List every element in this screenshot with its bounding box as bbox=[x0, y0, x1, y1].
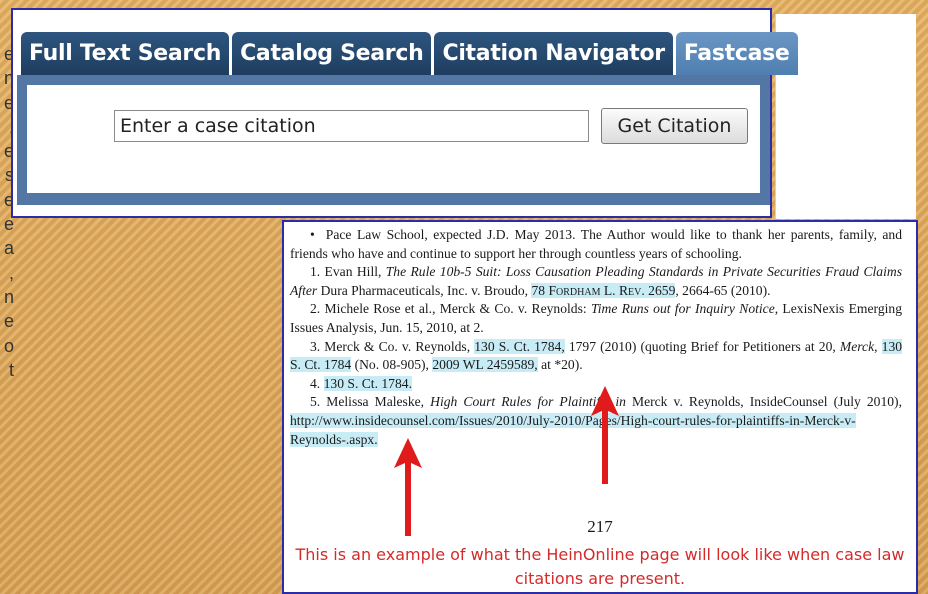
fn3-prefix: 3. Merck & Co. v. Reynolds, bbox=[310, 338, 475, 354]
get-citation-button[interactable]: Get Citation bbox=[601, 108, 748, 144]
fn3-mid: 1797 (2010) (quoting Brief for Petitione… bbox=[564, 338, 840, 354]
fn3-docket: (No. 08-905), bbox=[351, 357, 433, 373]
citation-link[interactable]: 130 S. Ct. 1784, bbox=[474, 338, 565, 354]
arrow-up-icon bbox=[591, 386, 619, 484]
footnote-3: 3. Merck & Co. v. Reynolds, 130 S. Ct. 1… bbox=[290, 338, 903, 375]
fn4-prefix: 4. bbox=[310, 375, 324, 391]
citation-input[interactable] bbox=[114, 110, 589, 142]
search-tab-bar: Full Text Search Catalog Search Citation… bbox=[21, 32, 801, 75]
fn1-suffix: , 2664-65 (2010). bbox=[675, 282, 771, 298]
citation-link[interactable]: 130 S. Ct. 1784. bbox=[323, 375, 412, 391]
tab-full-text-search[interactable]: Full Text Search bbox=[21, 32, 230, 75]
text-fragment: a bbox=[3, 238, 14, 259]
citation-link[interactable]: 78 Fordham L. Rev. 2659 bbox=[531, 282, 676, 298]
tab-citation-navigator[interactable]: Citation Navigator bbox=[434, 32, 673, 75]
text-fragment: n bbox=[3, 286, 14, 307]
footnote-1: 1. Evan Hill, The Rule 10b-5 Suit: Loss … bbox=[290, 263, 902, 300]
page-number: 217 bbox=[587, 517, 613, 536]
text-fragment: t bbox=[8, 359, 14, 380]
fn5-mid: Merck v. Reynolds, InsideCounsel (July 2… bbox=[625, 394, 902, 410]
arrow-up-icon bbox=[394, 438, 422, 536]
tab-catalog-search[interactable]: Catalog Search bbox=[232, 32, 432, 75]
text-fragment: o bbox=[3, 335, 14, 356]
fn1-prefix: 1. Evan Hill, bbox=[310, 264, 386, 280]
fn3-suffix: at *20). bbox=[537, 357, 583, 373]
citation-link[interactable]: 2009 WL 2459589, bbox=[432, 357, 538, 373]
fn2-prefix: 2. Michele Rose et al., Merck & Co. v. R… bbox=[310, 301, 591, 317]
fn3-case: Merck bbox=[839, 338, 875, 354]
search-panel: Get Citation bbox=[17, 75, 770, 205]
footnote-star-text: Pace Law School, expected J.D. May 2013.… bbox=[290, 227, 902, 261]
fn2-title: Time Runs out for Inquiry Notice bbox=[590, 301, 775, 317]
text-fragment: , bbox=[8, 262, 14, 283]
text-fragment: e bbox=[3, 311, 14, 332]
fn5-prefix: 5. Melissa Maleske, bbox=[310, 394, 431, 410]
fn3-sep: , bbox=[874, 338, 882, 354]
url-link[interactable]: http://www.insidecounsel.com/Issues/2010… bbox=[290, 412, 856, 447]
fn1-mid: Dura Pharmaceuticals, Inc. v. Broudo, bbox=[317, 282, 532, 298]
search-panel-body: Get Citation bbox=[27, 85, 760, 193]
footnote-star: • Pace Law School, expected J.D. May 201… bbox=[290, 227, 902, 261]
tab-fastcase[interactable]: Fastcase bbox=[675, 32, 798, 75]
example-caption: This is an example of what the HeinOnlin… bbox=[295, 545, 905, 588]
footnote-2: 2. Michele Rose et al., Merck & Co. v. R… bbox=[290, 300, 902, 337]
search-widget: Full Text Search Catalog Search Citation… bbox=[11, 8, 798, 218]
